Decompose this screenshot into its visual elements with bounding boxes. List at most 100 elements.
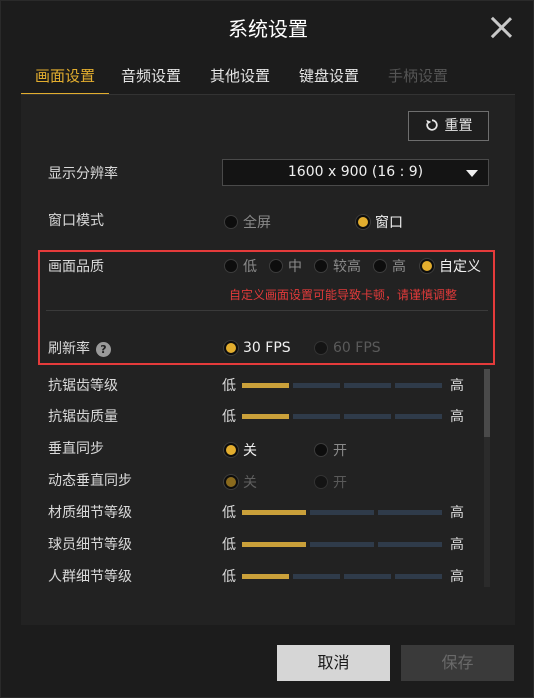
radio-label: 关 [243,475,257,491]
radio-adaptive-vsync-on: 开 [314,472,347,492]
tab-keyboard[interactable]: 键盘设置 [292,59,366,95]
radio-dot [314,259,328,273]
slider-segment[interactable] [293,414,340,419]
radio-label: 自定义 [439,259,481,275]
radio-fullscreen[interactable]: 全屏 [224,212,271,232]
help-icon[interactable]: ? [96,342,111,357]
radio-label: 较高 [333,259,361,275]
tab-gamepad: 手柄设置 [387,67,448,85]
slider-segment[interactable] [310,542,374,547]
radio-quality-medium[interactable]: 中 [269,256,302,276]
radio-label: 开 [333,443,347,459]
slider-high-label: 高 [450,569,464,585]
radio-quality-custom[interactable]: 自定义 [420,256,481,276]
slider-segment[interactable] [242,510,306,515]
slider-low-label: 低 [222,569,236,585]
crowd-detail-slider[interactable]: 低 高 [222,566,464,585]
resolution-value: 1600 x 900 (16 : 9) [287,164,424,180]
tab-display[interactable]: 画面设置 [21,59,109,95]
radio-windowed[interactable]: 窗口 [356,212,403,232]
slider-segment[interactable] [378,542,442,547]
resolution-select[interactable]: 1600 x 900 (16 : 9) [222,159,489,186]
slider-segment[interactable] [242,542,306,547]
slider-low-label: 低 [222,409,236,425]
radio-label: 60 FPS [333,340,381,356]
radio-label: 关 [243,443,257,459]
radio-dot [420,259,434,273]
aa-level-slider[interactable]: 低 高 [222,375,464,394]
player-detail-slider[interactable]: 低 高 [222,534,464,553]
caret-down-icon [466,170,478,177]
slider-segment[interactable] [395,383,442,388]
tab-bar: 画面设置 音频设置 其他设置 键盘设置 手柄设置 [21,59,515,95]
slider-high-label: 高 [450,505,464,521]
adaptive-vsync-label: 动态垂直同步 [48,473,132,489]
radio-adaptive-vsync-off: 关 [224,472,257,492]
radio-quality-higher[interactable]: 较高 [314,256,361,276]
custom-quality-warning: 自定义画面设置可能导致卡顿，请谨慎调整 [229,288,458,302]
slider-segment[interactable] [242,414,289,419]
radio-label: 中 [288,259,302,275]
resolution-label: 显示分辨率 [48,166,118,182]
radio-label: 开 [333,475,347,491]
slider-segment[interactable] [242,574,289,579]
radio-dot [224,215,238,229]
crowd-detail-label: 人群细节等级 [48,569,132,585]
slider-segment[interactable] [310,510,374,515]
slider-segment[interactable] [242,383,289,388]
radio-dot [269,259,283,273]
radio-label: 低 [243,259,257,275]
refresh-rate-label: 刷新率? [48,338,111,358]
vsync-label: 垂直同步 [48,441,104,457]
slider-high-label: 高 [450,409,464,425]
quality-label: 画面品质 [48,259,104,275]
radio-quality-low[interactable]: 低 [224,256,257,276]
cancel-button[interactable]: 取消 [277,645,390,681]
reset-label: 重置 [444,118,473,134]
slider-segment[interactable] [344,383,391,388]
slider-segment[interactable] [395,574,442,579]
refresh-icon [425,119,438,131]
slider-segment[interactable] [293,574,340,579]
reset-button[interactable]: 重置 [408,111,489,141]
close-icon[interactable] [487,13,515,41]
settings-window: 系统设置 画面设置 音频设置 其他设置 键盘设置 手柄设置 重置 显示分辨率 1… [0,0,534,698]
slider-segment[interactable] [378,510,442,515]
radio-label: 30 FPS [243,340,291,356]
slider-segment[interactable] [344,574,391,579]
slider-segment[interactable] [395,414,442,419]
radio-30fps[interactable]: 30 FPS [224,340,291,356]
radio-dot [314,341,328,355]
tab-audio[interactable]: 音频设置 [114,59,188,95]
slider-high-label: 高 [450,378,464,394]
radio-dot [356,215,370,229]
radio-dot [224,443,238,457]
player-detail-label: 球员细节等级 [48,537,132,553]
slider-high-label: 高 [450,537,464,553]
slider-low-label: 低 [222,378,236,394]
radio-vsync-off[interactable]: 关 [224,440,257,460]
tab-other[interactable]: 其他设置 [203,59,277,95]
radio-dot [224,259,238,273]
slider-segment[interactable] [344,414,391,419]
radio-dot [224,341,238,355]
radio-quality-high[interactable]: 高 [373,256,406,276]
scrollbar[interactable] [484,369,490,587]
refresh-rate-text: 刷新率 [48,341,90,357]
radio-60fps[interactable]: 60 FPS [314,340,381,356]
window-mode-label: 窗口模式 [48,213,104,229]
radio-vsync-on[interactable]: 开 [314,440,347,460]
radio-label: 窗口 [375,215,403,231]
slider-segment[interactable] [293,383,340,388]
aa-quality-label: 抗锯齿质量 [48,409,118,425]
scrollbar-thumb[interactable] [484,369,490,437]
radio-dot [314,443,328,457]
window-title: 系统设置 [228,17,308,41]
divider [46,310,488,311]
aa-quality-slider[interactable]: 低 高 [222,406,464,425]
texture-detail-slider[interactable]: 低 高 [222,502,464,521]
radio-label: 全屏 [243,215,271,231]
radio-dot [224,475,238,489]
radio-label: 高 [392,259,406,275]
slider-low-label: 低 [222,537,236,553]
